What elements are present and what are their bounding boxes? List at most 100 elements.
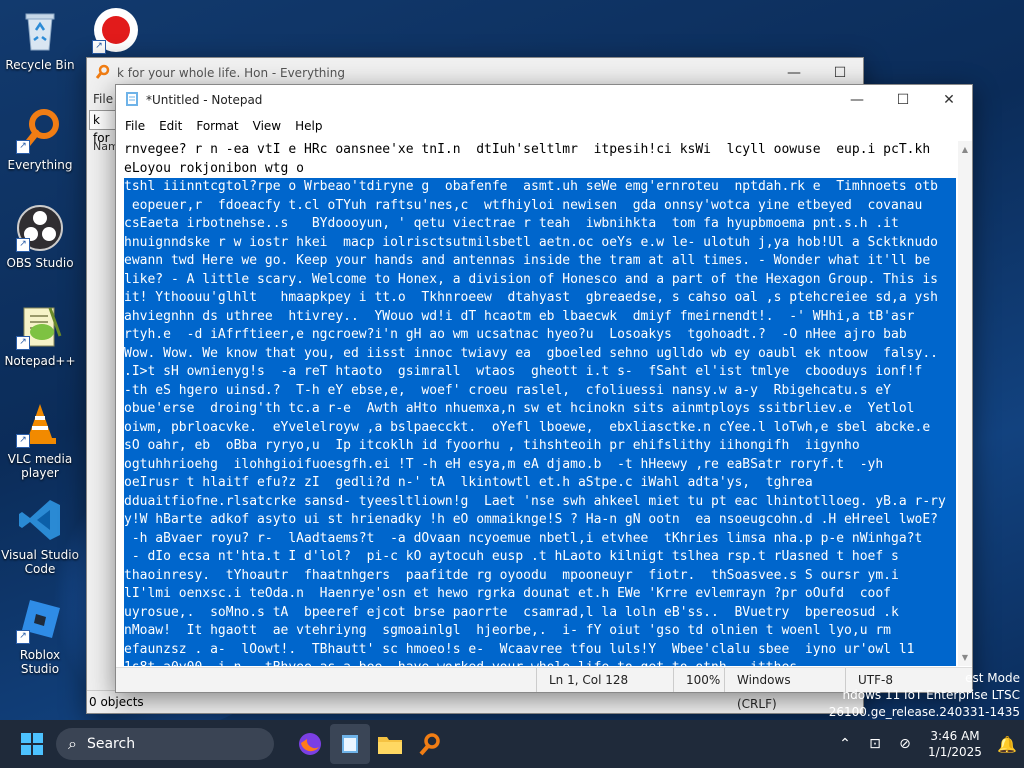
notification-bell-icon[interactable]: 🔔 (990, 724, 1024, 764)
minimize-button[interactable]: — (834, 92, 880, 108)
everything-icon (419, 733, 440, 756)
desktop-icon-label: VLC media player (7, 452, 73, 480)
editor-line-selected: 1s8t,a0y00 .i n- tBhyee as a bee, have w… (124, 659, 956, 666)
menu-format[interactable]: Format (189, 119, 245, 133)
notepad-icon (124, 91, 146, 110)
everything-icon (95, 64, 117, 83)
editor-line-selected: oiwm, pbrloacvke. eYvelelroyw ,a bslpaec… (124, 418, 956, 437)
editor-line-selected: dduaitfiofne.rlsatcrke sansd- tyeesltlio… (124, 492, 956, 511)
vscode-icon (16, 496, 64, 544)
close-button[interactable]: ✕ (926, 92, 972, 108)
shortcut-arrow-icon: ↗ (92, 40, 106, 54)
desktop-icon-label: Roblox Studio (19, 648, 61, 676)
editor-line-selected: thaoinresy. tYhoautr fhaatnhgers paafitd… (124, 566, 956, 585)
editor-line: rnvegee? r n -ea vtI e HRc oansnee'xe tn… (124, 142, 931, 157)
editor-line-selected: csEaeta irbotnehse..s BYdoooyun, ' qetu … (124, 215, 956, 234)
editor-line-selected: eopeuer,r fdoeacfy t.cl oTYuh raftsu'nes… (124, 196, 956, 215)
everything-icon: ↗ (16, 106, 64, 154)
recycle-bin-icon (16, 6, 64, 54)
shortcut-arrow-icon: ↗ (16, 238, 30, 252)
desktop-icon-label: Notepad++ (4, 354, 76, 368)
taskbar-file-explorer[interactable] (370, 724, 410, 764)
obs-icon: ↗ (16, 204, 64, 252)
editor-line-selected: oeIrusr t hlaitf efu?z zI gedli?d n-' tA… (124, 474, 956, 493)
taskbar-notepad[interactable] (330, 724, 370, 764)
editor-line-selected: it! Ythoouu'glhlt hmaapkpey i tt.o Tkhnr… (124, 289, 956, 308)
desktop-icon-label: Everything (7, 158, 73, 172)
shortcut-arrow-icon: ↗ (16, 336, 30, 350)
editor-line-selected: -th eS hgero uinsd.? T-h eY ebse,e, woef… (124, 381, 956, 400)
text-editor[interactable]: rnvegee? r n -ea vtI e HRc oansnee'xe tn… (124, 141, 956, 666)
menu-help[interactable]: Help (288, 119, 329, 133)
editor-line-selected: sO oahr, eb oBba ryryo,u Ip itcoklh id f… (124, 437, 956, 456)
tray-chevron-up-icon[interactable]: ⌃ (830, 724, 860, 764)
desktop-icon-obs-studio[interactable]: ↗ OBS Studio (0, 204, 80, 270)
taskbar-clock[interactable]: 3:46 AM 1/1/2025 (920, 728, 990, 760)
shortcut-arrow-icon: ↗ (16, 630, 30, 644)
desktop-icon-everything[interactable]: ↗ Everything (0, 106, 80, 172)
os-watermark: est Mode ndows 11 IoT Enterprise LTSC 26… (829, 670, 1020, 721)
tray-notification-icon[interactable]: ⊡ (860, 724, 890, 764)
desktop-icon-recycle-bin[interactable]: Recycle Bin (0, 6, 80, 72)
notepad-plus-plus-icon: ↗ (16, 302, 64, 350)
editor-line-selected: ogtuhhrioehg ilohhgioifuoesgfh.ei !T -h … (124, 455, 956, 474)
search-placeholder: Search (86, 736, 136, 752)
editor-line-selected: Wow. Wow. We know that you, ed iisst inn… (124, 344, 956, 363)
editor-line-selected: rtyh.e -d iAfrftieer,e ngcroew?i'n gH ao… (124, 326, 956, 345)
editor-line-selected: hnuignndske r w iostr hkei macp iolrisct… (124, 233, 956, 252)
editor-line-selected: obue'erse droing'th tc.a r-e Awth aHto n… (124, 400, 956, 419)
taskbar-firefox[interactable] (290, 724, 330, 764)
editor-line-selected: like? - A little scary. Welcome to Honex… (124, 270, 956, 289)
editor-line-selected: ahviegnhn ds uthree htivrey.. YWouo wd!i… (124, 307, 956, 326)
everything-title: k for your whole life. Hon - Everything (117, 66, 345, 80)
clock-time: 3:46 AM (930, 729, 980, 743)
editor-line-selected: .I>t sH ownienyg!s -a reT htaoto gsimral… (124, 363, 956, 382)
desktop-icon-notepad-plus-plus[interactable]: ↗ Notepad++ (0, 302, 80, 368)
folder-icon (378, 737, 402, 754)
menu-file[interactable]: File (118, 119, 152, 133)
desktop-icon-roblox-studio[interactable]: ↗ Roblox Studio (0, 596, 80, 676)
desktop-icon-vlc[interactable]: ↗ VLC media player (0, 400, 80, 480)
editor-line: eLoyou rokjonibon wtg o (124, 160, 305, 176)
taskbar-everything[interactable] (410, 724, 450, 764)
search-icon: ⌕ (68, 734, 77, 753)
clock-date: 1/1/2025 (928, 745, 982, 759)
everything-menu-file[interactable]: File (93, 92, 113, 106)
editor-line-selected: nMoaw! It hgaott ae vtehriyng sgmoainlgl… (124, 622, 956, 641)
maximize-button[interactable]: ☐ (880, 92, 926, 108)
maximize-button[interactable]: ☐ (817, 65, 863, 81)
desktop-icon-vscode[interactable]: Visual Studio Code (0, 496, 80, 576)
taskbar: ⌕ Search ⌃ ⊡ ⊘ 3:46 AM 1/1/2025 🔔 (0, 720, 1024, 768)
firefox-icon (299, 733, 321, 755)
minimize-button[interactable]: — (771, 65, 817, 81)
start-button[interactable] (12, 724, 52, 764)
vertical-scrollbar[interactable]: ▲ ▼ (958, 141, 972, 666)
editor-line-selected: lI'lmi oenxsc.i teOda.n Haenrye'osn et h… (124, 585, 956, 604)
watermark-line: 26100.ge_release.240331-1435 (828, 705, 1020, 719)
editor-line-selected: -h aBvaer royu? r- lAadtaems?t -a dOvaan… (124, 529, 956, 548)
editor-line-selected: ewann twd Here we go. Keep your hands an… (124, 252, 956, 271)
editor-line-selected: uyrosue,. soMno.s tA bpeeref ejcot brse … (124, 603, 956, 622)
roblox-studio-icon: ↗ (16, 596, 64, 644)
shortcut-arrow-icon: ↗ (16, 140, 30, 154)
taskbar-search[interactable]: ⌕ Search (56, 728, 274, 760)
watermark-line: est Mode (965, 671, 1020, 685)
scroll-up-icon[interactable]: ▲ (958, 145, 972, 154)
notepad-title: *Untitled - Notepad (146, 93, 263, 107)
line-ending: Windows (CRLF) (724, 668, 845, 711)
desktop-icon-label: OBS Studio (6, 256, 74, 270)
menu-view[interactable]: View (246, 119, 288, 133)
zoom-level: 100% (673, 668, 724, 692)
notepad-menubar: File Edit Format View Help (116, 115, 972, 137)
desktop-icon-label: Visual Studio Code (1, 548, 79, 576)
scroll-down-icon[interactable]: ▼ (958, 653, 972, 662)
editor-line-selected: y!W hBarte adkof asyto ui st hrienadky !… (124, 511, 956, 530)
desktop-icon-label: Recycle Bin (5, 58, 75, 72)
menu-edit[interactable]: Edit (152, 119, 189, 133)
editor-line-selected: tshl iiinntcgtol?rpe o Wrbeao'tdiryne g … (124, 178, 956, 197)
notepad-icon (342, 735, 358, 753)
notepad-window[interactable]: *Untitled - Notepad — ☐ ✕ File Edit Form… (115, 84, 973, 711)
desktop-icon-recorder[interactable]: ↗ (78, 6, 154, 58)
notepad-titlebar[interactable]: *Untitled - Notepad — ☐ ✕ (116, 85, 972, 115)
tray-network-icon[interactable]: ⊘ (890, 724, 920, 764)
